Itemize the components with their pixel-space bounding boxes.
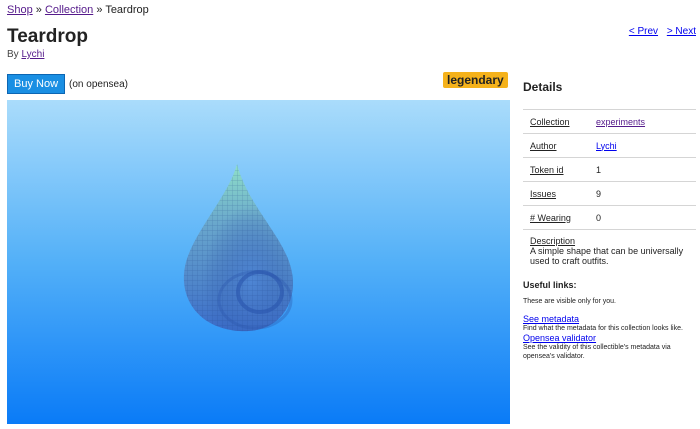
detail-key: Issues <box>530 188 557 199</box>
next-link[interactable]: > Next <box>667 26 696 37</box>
see-metadata-link[interactable]: See metadata <box>523 314 696 324</box>
detail-row-collection: Collection experiments <box>523 110 696 134</box>
author-detail-link[interactable]: Lychi <box>596 141 617 151</box>
useful-links-heading: Useful links: <box>523 280 577 290</box>
see-metadata-desc: Find what the metadata for this collecti… <box>523 325 683 332</box>
breadcrumb-shop-link[interactable]: Shop <box>7 4 33 16</box>
model-viewer[interactable] <box>7 100 510 424</box>
rarity-badge: legendary <box>443 72 508 88</box>
detail-row-author: Author Lychi <box>523 134 696 158</box>
prev-link[interactable]: < Prev <box>629 26 658 37</box>
description-text: A simple shape that can be universally u… <box>530 246 684 266</box>
useful-links-subtitle: These are visible only for you. <box>523 298 616 305</box>
byline: By Lychi <box>7 49 44 60</box>
detail-value: 9 <box>596 188 602 199</box>
detail-value: 1 <box>596 164 602 175</box>
page-title: Teardrop <box>7 26 88 47</box>
detail-key: Token id <box>530 164 564 175</box>
buy-now-button[interactable]: Buy Now <box>7 74 66 94</box>
breadcrumb-current: Teardrop <box>105 4 149 16</box>
author-link[interactable]: Lychi <box>21 49 44 60</box>
opensea-validator-link[interactable]: Opensea validator <box>523 333 696 343</box>
detail-key: # Wearing <box>530 212 571 223</box>
breadcrumb: Shop » Collection » Teardrop <box>7 4 149 16</box>
breadcrumb-separator: » <box>35 4 42 16</box>
breadcrumb-collection-link[interactable]: Collection <box>45 4 93 16</box>
opensea-validator-desc: See the validity of this collectible's m… <box>523 344 671 360</box>
pager: < Prev > Next <box>623 26 696 37</box>
details-heading: Details <box>523 80 563 94</box>
details-panel: Details Collection experiments Author Ly… <box>523 80 696 361</box>
detail-row-token-id: Token id 1 <box>523 158 696 182</box>
description: Description A simple shape that can be u… <box>523 230 696 266</box>
detail-key: Collection <box>530 116 570 127</box>
breadcrumb-separator: » <box>96 4 103 16</box>
byline-prefix: By <box>7 49 19 60</box>
detail-row-issues: Issues 9 <box>523 182 696 206</box>
collection-link[interactable]: experiments <box>596 117 645 127</box>
buy-note: (on opensea) <box>69 78 128 90</box>
useful-links: Useful links: These are visible only for… <box>523 280 696 361</box>
buy-row: Buy Now (on opensea) <box>7 74 128 94</box>
description-label: Description <box>530 236 576 246</box>
teardrop-voxel-icon <box>183 164 293 332</box>
details-table: Collection experiments Author Lychi Toke… <box>523 109 696 230</box>
detail-value: 0 <box>596 212 602 223</box>
detail-row-wearing: # Wearing 0 <box>523 206 696 230</box>
detail-key: Author <box>530 140 557 151</box>
